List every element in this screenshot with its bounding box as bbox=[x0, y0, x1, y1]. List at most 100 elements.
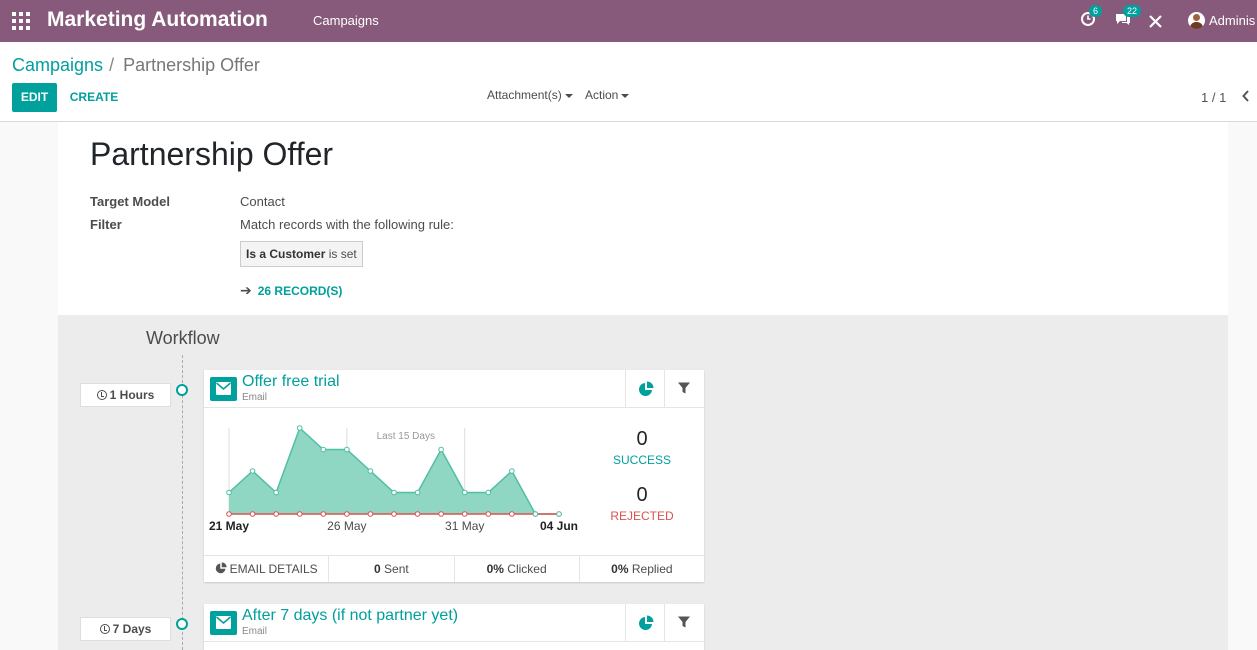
target-model-value: Contact bbox=[240, 194, 285, 209]
email-details-label: EMAIL DETAILS bbox=[229, 562, 318, 576]
email-details-button[interactable]: EMAIL DETAILS bbox=[204, 556, 328, 582]
filter-button[interactable] bbox=[664, 604, 704, 642]
replied-value: 0% bbox=[611, 562, 629, 576]
edit-button[interactable]: EDIT bbox=[12, 83, 57, 112]
attachments-dropdown[interactable]: Attachment(s) bbox=[487, 88, 573, 102]
replied-stat[interactable]: 0% Replied bbox=[578, 556, 704, 582]
clicked-stat[interactable]: 0% Clicked bbox=[453, 556, 579, 582]
envelope-icon bbox=[210, 611, 237, 635]
tools-icon[interactable] bbox=[1148, 14, 1168, 34]
chart-tick-label: 31 May bbox=[445, 519, 484, 533]
delay-badge: 7 Days bbox=[80, 617, 171, 641]
clicked-label: Clicked bbox=[507, 562, 547, 576]
activity-name[interactable]: Offer free trial bbox=[242, 373, 340, 391]
message-count-badge: 22 bbox=[1123, 5, 1142, 17]
activity-header: Offer free trial Email bbox=[204, 370, 704, 408]
pie-chart-button[interactable] bbox=[625, 370, 665, 408]
pager-value[interactable]: 1 / 1 bbox=[1201, 90, 1226, 105]
chart-point bbox=[226, 489, 232, 496]
chart-point bbox=[532, 511, 539, 517]
timeline-node bbox=[176, 384, 188, 396]
chart-point bbox=[367, 511, 374, 517]
chart-point bbox=[344, 446, 350, 453]
action-label: Action bbox=[585, 88, 619, 102]
chart-point bbox=[273, 511, 279, 517]
chart-point bbox=[249, 468, 256, 474]
menu-campaigns[interactable]: Campaigns bbox=[313, 13, 379, 28]
chart-point bbox=[438, 511, 444, 517]
arrow-right-icon: ➔ bbox=[240, 282, 252, 298]
rejected-label: REJECTED bbox=[610, 509, 674, 523]
replied-label: Replied bbox=[631, 562, 673, 576]
domain-operator: is set bbox=[328, 247, 357, 261]
activity-card: After 7 days (if not partner yet) Email bbox=[204, 604, 704, 650]
filter-icon bbox=[678, 382, 690, 394]
clock-icon bbox=[96, 390, 107, 400]
top-navbar: Marketing Automation Campaigns 6 22 Admi… bbox=[0, 0, 1257, 42]
activity-card: Offer free trial Email Last 15 Days 21 Ma… bbox=[204, 370, 704, 582]
chart-point bbox=[485, 511, 492, 517]
clock-icon bbox=[99, 624, 110, 634]
activity-name[interactable]: After 7 days (if not partner yet) bbox=[242, 607, 458, 625]
chart-caption: Last 15 Days bbox=[377, 431, 435, 442]
success-count: 0 bbox=[636, 428, 648, 450]
chart-tick-label: 21 May bbox=[209, 519, 249, 533]
delay-value: 7 Days bbox=[112, 622, 152, 636]
target-model-label: Target Model bbox=[90, 194, 170, 209]
chart-point bbox=[249, 511, 256, 517]
user-menu[interactable]: Adminis bbox=[1209, 13, 1255, 28]
activity-clock-icon[interactable]: 6 bbox=[1080, 5, 1103, 31]
success-label: SUCCESS bbox=[612, 453, 671, 467]
chart-point bbox=[273, 489, 279, 496]
page-title: Partnership Offer bbox=[90, 136, 334, 172]
workflow-section: Workflow 1 Hours Offer free trial Email bbox=[58, 315, 1228, 650]
chart-point bbox=[509, 468, 515, 474]
control-panel: Campaigns / Partnership Offer EDIT CREAT… bbox=[0, 42, 1257, 122]
chart-point bbox=[320, 511, 327, 517]
chart-point bbox=[509, 511, 515, 517]
app-title[interactable]: Marketing Automation bbox=[47, 8, 268, 32]
chart-point bbox=[414, 511, 421, 517]
chart-point bbox=[438, 446, 444, 453]
records-link[interactable]: ➔ 26 RECORD(S) bbox=[240, 282, 342, 299]
breadcrumb: Campaigns / Partnership Offer bbox=[12, 55, 260, 76]
activity-footer: EMAIL DETAILS 0 Sent 0% Clicked 0% Repli… bbox=[204, 555, 704, 582]
chart-tick-label: 26 May bbox=[327, 519, 366, 533]
delay-badge: 1 Hours bbox=[80, 383, 171, 407]
sent-value: 0 bbox=[374, 562, 381, 576]
chart-point bbox=[320, 446, 327, 453]
chart-point bbox=[461, 511, 468, 517]
timeline-line bbox=[182, 355, 183, 650]
breadcrumb-separator: / bbox=[109, 55, 115, 75]
chart-tick-label: 04 Jun bbox=[540, 519, 578, 533]
domain-rule[interactable]: Is a Customer is set bbox=[240, 241, 363, 267]
sent-stat[interactable]: 0 Sent bbox=[328, 556, 453, 582]
chart-point bbox=[391, 511, 397, 517]
workflow-title: Workflow bbox=[146, 328, 220, 348]
sent-label: Sent bbox=[384, 562, 409, 576]
chart-point bbox=[367, 468, 374, 474]
activity-count-badge: 6 bbox=[1089, 5, 1103, 17]
activity-type: Email bbox=[242, 392, 268, 403]
apps-grid-icon[interactable] bbox=[12, 12, 30, 30]
create-button[interactable]: CREATE bbox=[68, 83, 120, 112]
chevron-left-icon[interactable] bbox=[1242, 89, 1250, 105]
activity-type: Email bbox=[242, 626, 268, 637]
caret-down-icon bbox=[621, 93, 630, 98]
pie-chart-button[interactable] bbox=[625, 604, 665, 642]
chart-point bbox=[226, 511, 232, 517]
chat-icon[interactable]: 22 bbox=[1114, 5, 1142, 31]
activity-chart: Last 15 Days 21 May 26 May 31 May 04 Jun bbox=[209, 425, 578, 533]
breadcrumb-campaigns[interactable]: Campaigns bbox=[12, 55, 103, 75]
clicked-value: 0% bbox=[486, 562, 504, 576]
envelope-icon bbox=[210, 377, 237, 401]
pie-chart-icon bbox=[639, 615, 654, 630]
chart-point bbox=[344, 511, 350, 517]
chart-point bbox=[556, 511, 562, 517]
filter-button[interactable] bbox=[664, 370, 704, 408]
avatar[interactable] bbox=[1188, 12, 1205, 29]
chart-point bbox=[296, 425, 303, 431]
breadcrumb-current: Partnership Offer bbox=[123, 55, 260, 75]
action-dropdown[interactable]: Action bbox=[585, 88, 630, 102]
rejected-count: 0 bbox=[636, 484, 648, 506]
